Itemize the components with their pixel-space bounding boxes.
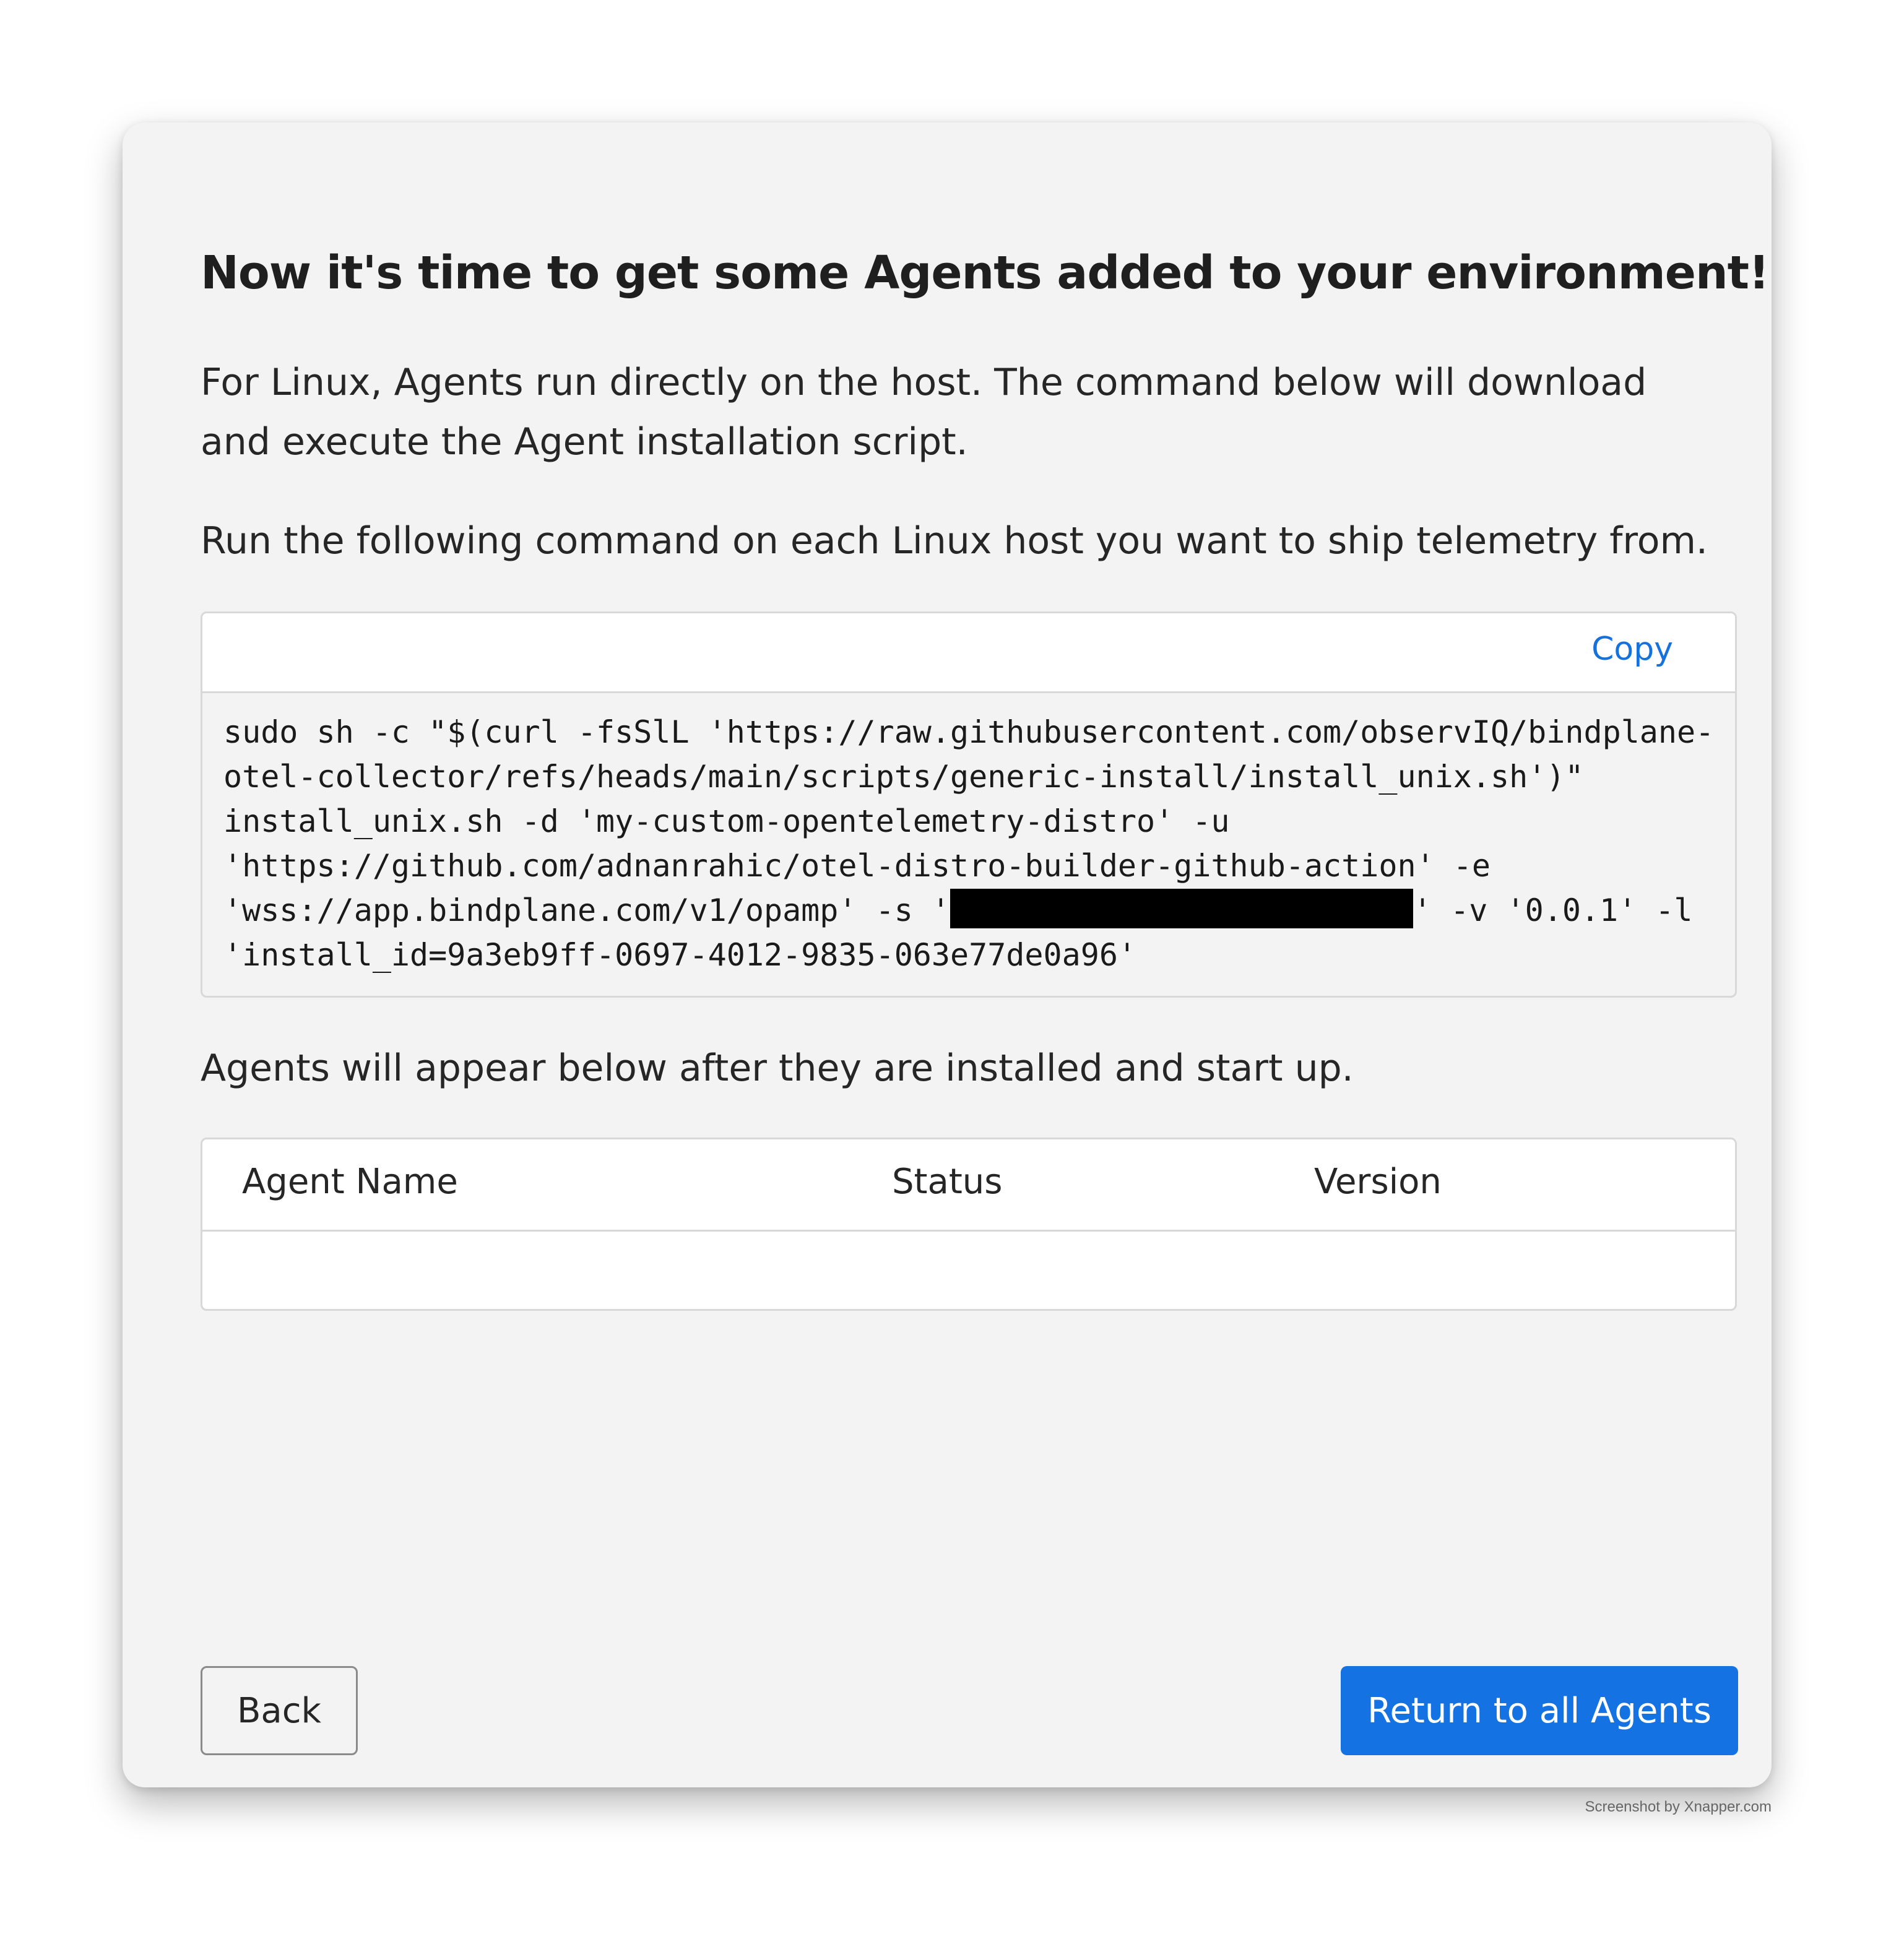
install-command[interactable]: sudo sh -c "$(curl -fsSlL 'https://raw.g… (223, 710, 1714, 977)
column-header-agent-name[interactable]: Agent Name (242, 1162, 458, 1202)
agents-note: Agents will appear below after they are … (201, 1047, 1354, 1090)
return-to-agents-button[interactable]: Return to all Agents (1341, 1666, 1738, 1755)
intro-text: For Linux, Agents run directly on the ho… (201, 361, 1647, 464)
copy-button[interactable]: Copy (1591, 631, 1673, 668)
install-agents-panel: Now it's time to get some Agents added t… (123, 123, 1772, 1787)
page-title: Now it's time to get some Agents added t… (201, 246, 1770, 300)
column-header-version[interactable]: Version (1314, 1162, 1442, 1202)
watermark: Screenshot by Xnapper.com (1585, 1799, 1772, 1815)
command-line-2: otel-collector/refs/heads/main/scripts/g… (223, 759, 1584, 795)
command-box-header: Copy (202, 613, 1735, 693)
back-button[interactable]: Back (201, 1666, 358, 1755)
instruction-text: Run the following command on each Linux … (201, 519, 1708, 563)
command-box: Copy sudo sh -c "$(curl -fsSlL 'https://… (201, 611, 1737, 998)
column-header-status[interactable]: Status (892, 1162, 1002, 1202)
command-line-5-start: 'wss://app.bindplane.com/v1/opamp' -s ' (223, 892, 950, 928)
agents-table: Agent Name Status Version (201, 1138, 1737, 1311)
redacted-secret-key (950, 889, 1413, 928)
command-line-6: 'install_id=9a3eb9ff-0697-4012-9835-063e… (223, 937, 1137, 973)
command-line-4: 'https://github.com/adnanrahic/otel-dist… (223, 848, 1491, 884)
command-line-1: sudo sh -c "$(curl -fsSlL 'https://raw.g… (223, 714, 1715, 750)
agents-table-header: Agent Name Status Version (202, 1139, 1735, 1232)
command-line-3: install_unix.sh -d 'my-custom-openteleme… (223, 803, 1230, 839)
command-line-5-end: ' -v '0.0.1' -l (1413, 892, 1693, 928)
